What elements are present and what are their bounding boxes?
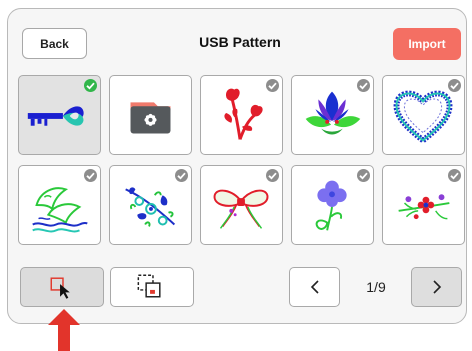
unselected-check-icon: [357, 79, 370, 92]
page-indicator: 1/9: [366, 279, 386, 295]
unselected-check-icon: [448, 169, 461, 182]
pattern-tile-clover-flower[interactable]: [291, 165, 374, 245]
pattern-tile-floral-corner[interactable]: [109, 165, 192, 245]
unselected-check-icon: [448, 79, 461, 92]
back-button[interactable]: Back: [22, 28, 87, 59]
chevron-right-icon: [432, 280, 441, 294]
folder-icon: [130, 102, 171, 134]
multi-select-icon: [137, 274, 161, 298]
select-tool-button[interactable]: [20, 267, 104, 307]
multi-select-tool-button[interactable]: [110, 267, 194, 307]
import-button[interactable]: Import: [393, 28, 461, 60]
previous-page-button[interactable]: [289, 267, 340, 307]
next-page-button[interactable]: [411, 267, 462, 307]
pattern-tile-flower-sprig[interactable]: [382, 165, 465, 245]
select-square-icon: [50, 277, 70, 299]
unselected-check-icon: [175, 169, 188, 182]
pattern-tile-lace-heart[interactable]: [382, 75, 465, 155]
pattern-tile-key-heart[interactable]: [18, 75, 101, 155]
pattern-tile-dolphins[interactable]: [18, 165, 101, 245]
pattern-tile-bow[interactable]: [200, 165, 283, 245]
chevron-left-icon: [310, 280, 319, 294]
unselected-check-icon: [266, 79, 279, 92]
pattern-tile-folder[interactable]: [109, 75, 192, 155]
unselected-check-icon: [266, 169, 279, 182]
pattern-tile-red-rose[interactable]: [200, 75, 283, 155]
unselected-check-icon: [357, 169, 370, 182]
pattern-tile-lotus[interactable]: [291, 75, 374, 155]
selected-check-icon: [84, 79, 97, 92]
unselected-check-icon: [84, 169, 97, 182]
page-title: USB Pattern: [199, 34, 281, 50]
annotation-arrow-icon: [48, 309, 80, 351]
